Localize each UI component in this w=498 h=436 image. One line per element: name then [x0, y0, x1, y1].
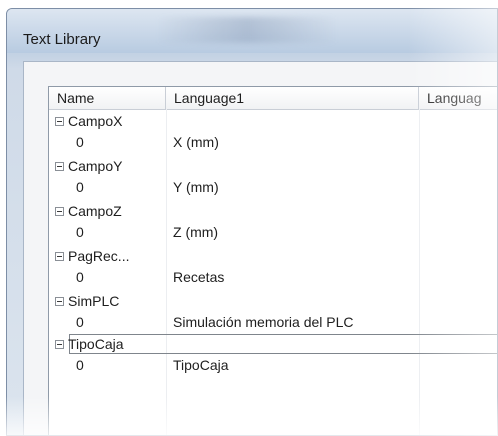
tree-node[interactable]: PagRec...: [49, 246, 129, 266]
tree-node[interactable]: SimPLC: [49, 291, 119, 311]
entry-language1-text[interactable]: Y (mm): [173, 177, 219, 197]
tree-node[interactable]: CampoX: [49, 111, 122, 131]
tree-node[interactable]: CampoZ: [49, 201, 122, 221]
dialog-client-area: Name Language1 Languag CampoX 0 X (mm) C…: [23, 61, 497, 435]
node-name: CampoZ: [68, 203, 122, 219]
entry-id[interactable]: 0: [76, 177, 84, 197]
node-name: PagRec...: [68, 248, 130, 264]
column-header-name[interactable]: Name: [49, 87, 166, 109]
text-list-view[interactable]: Name Language1 Languag CampoX 0 X (mm) C…: [48, 86, 497, 435]
tree-node[interactable]: TipoCaja: [49, 334, 124, 354]
title-bar-blur: [157, 17, 337, 43]
entry-id[interactable]: 0: [76, 312, 84, 332]
entry-id[interactable]: 0: [76, 132, 84, 152]
title-bar[interactable]: Text Library: [7, 9, 497, 53]
column-header-language2[interactable]: Languag: [419, 87, 497, 109]
tree-node[interactable]: CampoY: [49, 156, 122, 176]
entry-language1-text[interactable]: TipoCaja: [173, 355, 229, 375]
collapse-minus-icon[interactable]: [55, 161, 64, 171]
selected-row-outline: [69, 334, 497, 354]
node-name: CampoX: [68, 113, 123, 129]
entry-language1-text[interactable]: Simulación memoria del PLC: [173, 312, 354, 332]
node-name: CampoY: [68, 158, 123, 174]
collapse-minus-icon[interactable]: [55, 251, 64, 261]
entry-language1-text[interactable]: Recetas: [173, 267, 224, 287]
collapse-minus-icon[interactable]: [55, 116, 64, 126]
column-divider: [419, 109, 420, 435]
node-name: TipoCaja: [68, 336, 124, 352]
collapse-minus-icon[interactable]: [55, 339, 64, 349]
list-header: Name Language1 Languag: [49, 87, 497, 110]
node-name: SimPLC: [68, 293, 120, 309]
window-title: Text Library: [23, 31, 101, 48]
entry-language1-text[interactable]: X (mm): [173, 132, 219, 152]
entry-language1-text[interactable]: Z (mm): [173, 222, 218, 242]
entry-id[interactable]: 0: [76, 222, 84, 242]
entry-id[interactable]: 0: [76, 267, 84, 287]
column-header-language1[interactable]: Language1: [166, 87, 419, 109]
column-divider: [166, 109, 167, 435]
text-library-window: Text Library Name Language1 Languag Camp…: [6, 8, 498, 436]
entry-id[interactable]: 0: [76, 355, 84, 375]
collapse-minus-icon[interactable]: [55, 296, 64, 306]
collapse-minus-icon[interactable]: [55, 206, 64, 216]
